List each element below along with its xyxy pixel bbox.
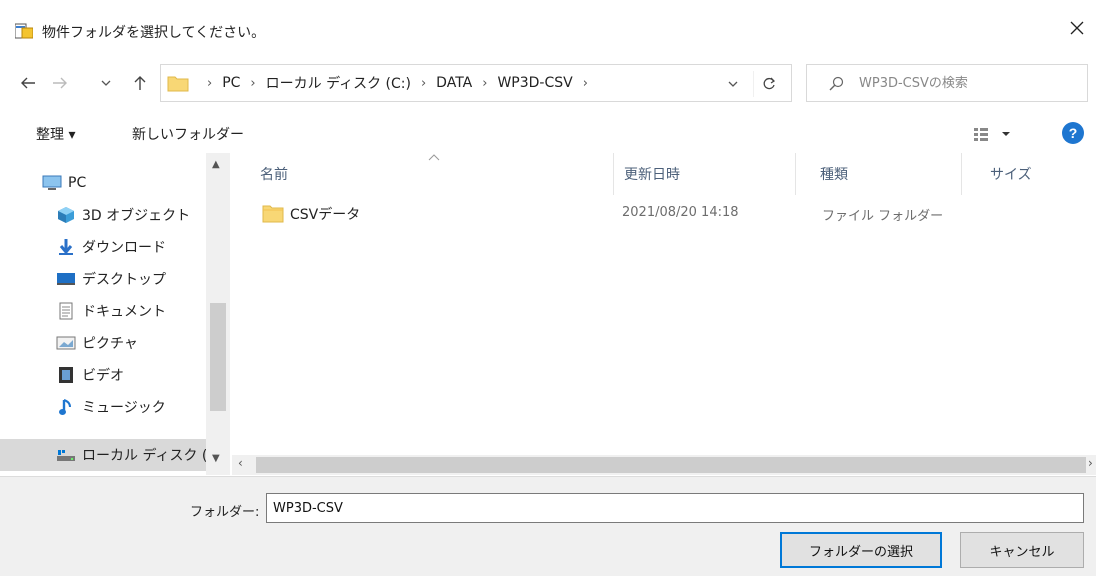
refresh-button[interactable] xyxy=(753,71,783,97)
sidebar-item-pc[interactable]: PC xyxy=(0,167,206,199)
recent-locations-button[interactable] xyxy=(98,68,114,98)
back-button[interactable] xyxy=(14,68,42,98)
file-name: CSVデータ xyxy=(290,207,361,223)
folder-icon xyxy=(262,205,284,223)
scroll-left-icon[interactable]: ‹ xyxy=(238,456,243,470)
table-row[interactable]: CSVデータ 2021/08/20 14:18 ファイル フォルダー xyxy=(232,197,1096,229)
sidebar-item-music[interactable]: ミュージック xyxy=(0,391,206,423)
navigation-scrollbar[interactable]: ▲ ▼ xyxy=(206,153,230,475)
column-header-size[interactable]: サイズ xyxy=(962,153,1082,195)
breadcrumb-data[interactable]: DATA xyxy=(436,75,472,91)
view-list-icon xyxy=(974,128,1010,141)
scrollbar-thumb[interactable] xyxy=(256,457,1086,473)
sidebar-item-documents[interactable]: ドキュメント xyxy=(0,295,206,327)
picture-icon xyxy=(56,333,76,353)
sidebar-item-downloads[interactable]: ダウンロード xyxy=(0,231,206,263)
view-options-button[interactable] xyxy=(972,124,1022,144)
dialog-footer: フォルダー: フォルダーの選択 キャンセル xyxy=(0,476,1096,576)
breadcrumb-wp3d-csv[interactable]: WP3D-CSV xyxy=(497,75,572,91)
arrow-left-icon xyxy=(21,77,35,89)
folder-icon xyxy=(167,76,189,92)
sidebar-item-pictures[interactable]: ピクチャ xyxy=(0,327,206,359)
refresh-icon xyxy=(763,77,775,90)
chevron-down-icon xyxy=(101,80,111,86)
sidebar-item-desktop[interactable]: デスクトップ xyxy=(0,263,206,295)
sidebar-item-local-disk[interactable]: ローカル ディスク (C xyxy=(0,439,206,471)
up-button[interactable] xyxy=(126,68,154,98)
document-icon xyxy=(56,301,76,321)
column-header-modified[interactable]: 更新日時 xyxy=(596,153,796,195)
scroll-down-icon[interactable]: ▼ xyxy=(212,453,220,464)
column-header-type[interactable]: 種類 xyxy=(792,153,962,195)
window-title: 物件フォルダを選択してください。 xyxy=(42,25,266,41)
download-icon xyxy=(56,237,76,257)
sidebar-item-videos[interactable]: ビデオ xyxy=(0,359,206,391)
file-list: 名前 更新日時 種類 サイズ CSVデータ 2021/08/20 14:18 フ… xyxy=(232,153,1096,455)
sidebar-item-3d-objects[interactable]: 3D オブジェクト xyxy=(0,199,206,231)
sort-ascending-icon xyxy=(428,154,440,161)
search-icon xyxy=(829,76,844,91)
scroll-right-icon[interactable]: › xyxy=(1088,456,1093,470)
navigation-pane: PC 3D オブジェクト ダウンロード デスクトップ ドキュメント ピクチャ ビ… xyxy=(0,153,230,475)
help-button[interactable]: ? xyxy=(1062,122,1084,144)
app-icon xyxy=(15,23,33,39)
title-bar: 物件フォルダを選択してください。 xyxy=(0,0,1096,64)
chevron-down-icon xyxy=(728,81,738,87)
organize-button[interactable]: 整理 ▾ xyxy=(36,124,75,144)
search-input[interactable] xyxy=(859,65,1079,101)
folder-name-input[interactable] xyxy=(266,493,1084,523)
arrow-right-icon xyxy=(53,77,67,89)
close-button[interactable] xyxy=(1058,10,1096,46)
arrow-up-icon xyxy=(134,76,146,90)
video-icon xyxy=(56,365,76,385)
breadcrumb: › PC › ローカル ディスク (C:) › DATA › WP3D-CSV … xyxy=(207,73,588,93)
select-folder-button[interactable]: フォルダーの選択 xyxy=(780,532,942,568)
music-icon xyxy=(56,397,76,417)
computer-icon xyxy=(42,173,62,193)
file-type: ファイル フォルダー xyxy=(822,209,944,224)
desktop-icon xyxy=(56,269,76,289)
breadcrumb-local-disk[interactable]: ローカル ディスク (C:) xyxy=(266,73,411,93)
search-box[interactable] xyxy=(806,64,1088,102)
scroll-up-icon[interactable]: ▲ xyxy=(212,159,220,170)
close-icon xyxy=(1070,21,1084,35)
scrollbar-thumb[interactable] xyxy=(210,303,226,411)
file-modified: 2021/08/20 14:18 xyxy=(622,205,739,220)
local-disk-icon xyxy=(56,445,76,465)
address-bar[interactable]: › PC › ローカル ディスク (C:) › DATA › WP3D-CSV … xyxy=(160,64,792,102)
forward-button[interactable] xyxy=(46,68,74,98)
new-folder-button[interactable]: 新しいフォルダー xyxy=(132,124,244,144)
cancel-button[interactable]: キャンセル xyxy=(960,532,1084,568)
3d-objects-icon xyxy=(56,205,76,225)
address-dropdown-button[interactable] xyxy=(721,73,745,95)
horizontal-scrollbar[interactable]: ‹ › xyxy=(232,455,1096,475)
breadcrumb-pc[interactable]: PC xyxy=(222,75,240,91)
folder-label: フォルダー: xyxy=(190,505,260,520)
column-header-name[interactable]: 名前 xyxy=(232,153,614,195)
navigation-bar: › PC › ローカル ディスク (C:) › DATA › WP3D-CSV … xyxy=(0,64,1096,104)
command-toolbar: 整理 ▾ 新しいフォルダー ? xyxy=(0,112,1096,152)
